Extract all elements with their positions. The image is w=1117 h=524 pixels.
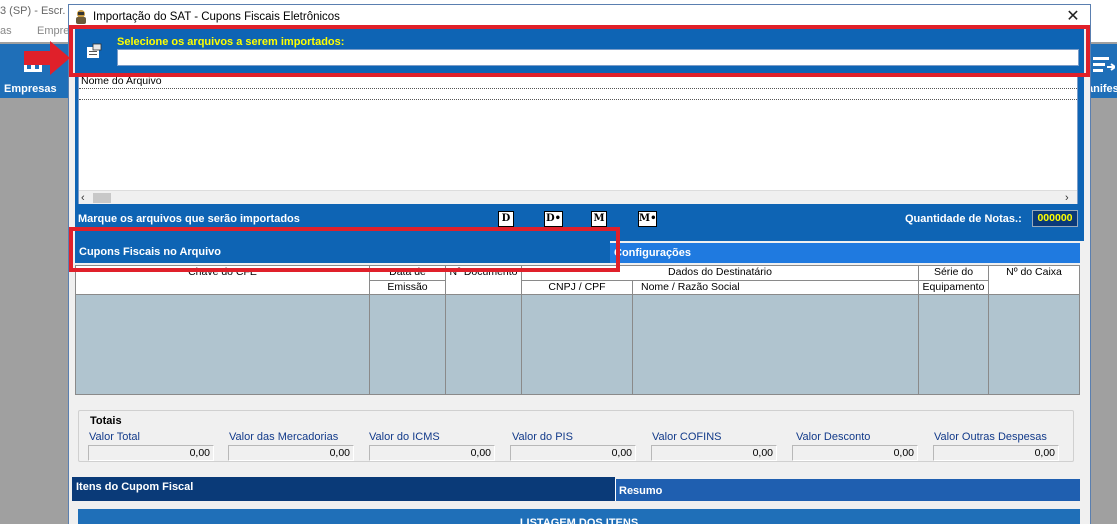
outras-despesas-label: Valor Outras Despesas xyxy=(934,431,1047,443)
cupons-table[interactable]: Chave do CFE Data de Emissão Nº Document… xyxy=(75,265,1080,395)
app-icon xyxy=(76,10,86,24)
horizontal-scrollbar[interactable]: ‹ › xyxy=(79,190,1077,204)
mercadorias-label: Valor das Mercadorias xyxy=(229,431,339,443)
listagem-itens-header: LISTAGEM DOS ITENS xyxy=(78,509,1080,524)
close-button[interactable]: ✕ xyxy=(1063,7,1083,27)
mercadorias-value: 0,00 xyxy=(228,445,354,461)
filter-button-d-dot[interactable]: D• xyxy=(544,211,563,227)
table-column xyxy=(633,295,919,394)
mark-files-label: Marque os arquivos que serão importados xyxy=(78,213,300,225)
table-column xyxy=(76,295,370,394)
red-arrow-annotation xyxy=(24,41,70,75)
filter-button-d[interactable]: D xyxy=(498,211,514,227)
scroll-thumb[interactable] xyxy=(93,193,111,203)
qty-notas-label: Quantidade de Notas.: xyxy=(905,213,1022,225)
totals-group: Totais Valor Total 0,00 Valor das Mercad… xyxy=(78,410,1074,462)
table-column xyxy=(919,295,989,394)
cofins-value: 0,00 xyxy=(651,445,777,461)
table-column xyxy=(522,295,633,394)
table-column xyxy=(446,295,522,394)
col-header-nome: Nome / Razão Social xyxy=(633,281,919,295)
red-highlight-cupons-tab xyxy=(69,227,620,272)
pis-value: 0,00 xyxy=(510,445,636,461)
table-column xyxy=(370,295,446,394)
icms-label: Valor do ICMS xyxy=(369,431,440,443)
list-arrow-icon xyxy=(1093,57,1115,72)
col-header-data-2: Emissão xyxy=(370,281,446,295)
desconto-value: 0,00 xyxy=(792,445,918,461)
tab-configuracoes[interactable]: Configurações xyxy=(610,243,1080,263)
outras-despesas-value: 0,00 xyxy=(933,445,1059,461)
tab-itens-cupom[interactable]: Itens do Cupom Fiscal xyxy=(72,477,615,501)
col-header-cnpj: CNPJ / CPF xyxy=(522,281,633,295)
total-value: 0,00 xyxy=(88,445,214,461)
filter-button-m[interactable]: M xyxy=(591,211,607,227)
tab-resumo[interactable]: Resumo xyxy=(615,479,1080,501)
dialog-title: Importação do SAT - Cupons Fiscais Eletr… xyxy=(93,11,340,23)
file-list-row[interactable] xyxy=(79,88,1077,100)
cofins-label: Valor COFINS xyxy=(652,431,722,443)
file-list[interactable]: Nome do Arquivo ‹ › xyxy=(78,74,1078,204)
col-header-serie-1: Série do xyxy=(919,266,989,281)
background-title: 3 (SP) - Escr. xyxy=(0,5,66,17)
qty-notas-value: 000000 xyxy=(1032,210,1078,227)
total-label: Valor Total xyxy=(89,431,140,443)
toolbar-label-empresas: Empresas xyxy=(4,83,57,95)
icms-value: 0,00 xyxy=(369,445,495,461)
pis-label: Valor do PIS xyxy=(512,431,573,443)
red-highlight-file-selection xyxy=(69,25,1090,77)
totals-legend: Totais xyxy=(88,415,124,427)
menu-item-fragment[interactable]: as xyxy=(0,25,12,37)
col-header-caixa: Nº do Caixa xyxy=(989,266,1079,295)
scroll-left-icon[interactable]: ‹ xyxy=(81,191,85,205)
scroll-right-icon[interactable]: › xyxy=(1065,191,1069,205)
desconto-label: Valor Desconto xyxy=(796,431,871,443)
col-header-serie-2: Equipamento xyxy=(919,281,989,295)
toolbar-label-manifesto: anifes xyxy=(1087,83,1117,95)
filter-button-m-dot[interactable]: M• xyxy=(638,211,657,227)
col-header-caixa-text: Nº do Caixa xyxy=(1006,266,1062,278)
